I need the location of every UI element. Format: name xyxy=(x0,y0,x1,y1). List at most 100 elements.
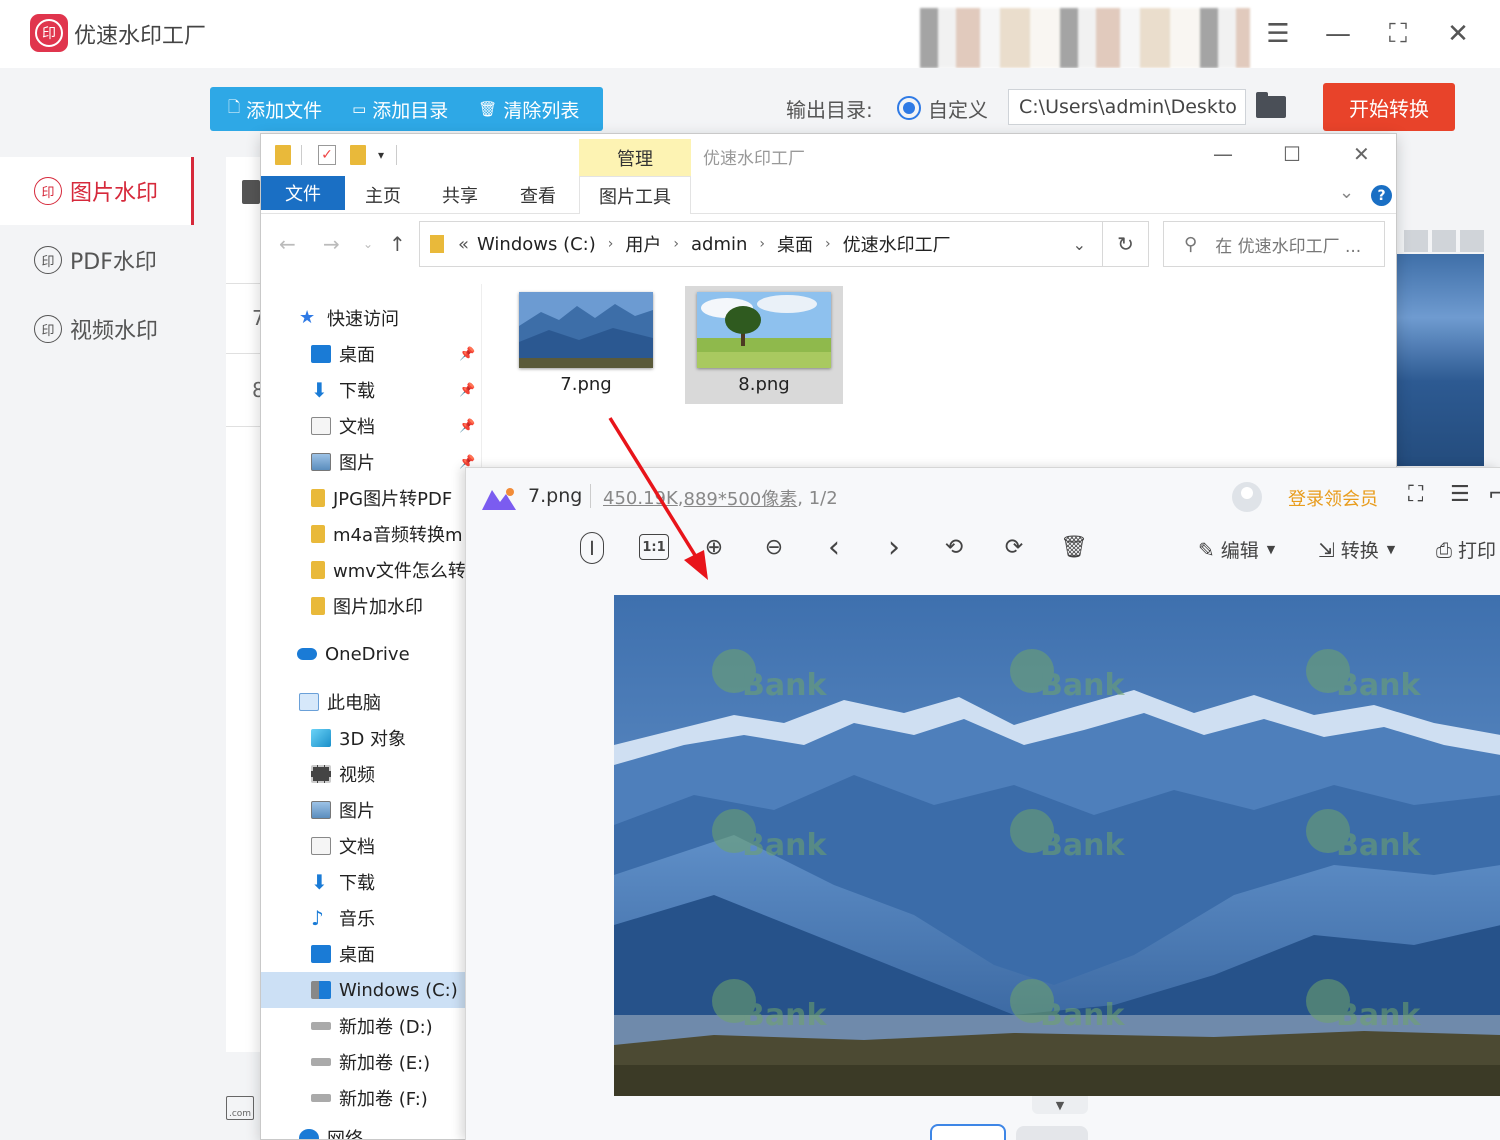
fullscreen-icon[interactable]: ⛶ xyxy=(1408,482,1423,507)
zoom-out-icon[interactable]: ⊖ xyxy=(760,532,788,562)
clear-list-button[interactable]: 🗑 清除列表 xyxy=(460,87,591,131)
pin-icon[interactable]: 📌 xyxy=(459,347,475,362)
breadcrumb-item[interactable]: Windows (C:) xyxy=(477,234,596,255)
nav-item-pictures[interactable]: 图片 xyxy=(261,792,481,828)
nav-item-drive-e[interactable]: 新加卷 (E:) xyxy=(261,1044,481,1080)
nav-network[interactable]: 网络 xyxy=(261,1120,481,1139)
tab-file[interactable]: 文件 xyxy=(261,176,345,210)
breadcrumb-item[interactable]: 用户 xyxy=(625,231,661,257)
minimize-icon[interactable]: — xyxy=(1213,142,1233,166)
website-icon[interactable]: .com xyxy=(226,1096,254,1120)
nav-item-documents[interactable]: 文档 xyxy=(261,828,481,864)
back-arrow-icon[interactable]: ← xyxy=(279,232,296,256)
address-bar[interactable]: « Windows (C:) › 用户 › admin › 桌面 › 优速水印工… xyxy=(419,221,1103,267)
tab-picture-tools[interactable]: 图片工具 xyxy=(579,176,691,214)
nav-item-downloads[interactable]: ⬇ 下载 xyxy=(261,864,481,900)
nav-item-folder[interactable]: m4a音频转换m xyxy=(261,516,481,552)
file-tile-8[interactable]: 8.png xyxy=(685,286,843,404)
nav-item-folder[interactable]: JPG图片转PDF xyxy=(261,480,481,516)
add-folder-button[interactable]: ▭ 添加目录 xyxy=(334,87,460,131)
overflow-crumb[interactable]: « xyxy=(458,234,469,255)
nav-this-pc[interactable]: 此电脑 xyxy=(261,684,481,720)
search-input[interactable]: ⚲ 在 优速水印工厂 ... xyxy=(1163,221,1385,267)
nav-item-3d-objects[interactable]: 3D 对象 xyxy=(261,720,481,756)
collapse-thumbnails-button[interactable]: ▼ xyxy=(1032,1096,1088,1114)
nav-item-drive-d[interactable]: 新加卷 (D:) xyxy=(261,1008,481,1044)
edit-menu[interactable]: ✎ 编辑 ▼ xyxy=(1198,536,1275,563)
sidebar-item-pdf-watermark[interactable]: 印 PDF水印 xyxy=(0,226,194,294)
tab-share[interactable]: 共享 xyxy=(421,176,499,214)
nav-item-folder[interactable]: wmv文件怎么转 xyxy=(261,552,481,588)
close-icon[interactable]: ✕ xyxy=(1440,16,1476,52)
customize-dropdown-icon[interactable]: ▾ xyxy=(378,148,384,162)
nav-item-folder[interactable]: 图片加水印 xyxy=(261,588,481,624)
displayed-image[interactable]: Bank Bank Bank Bank Bank Bank Bank Bank … xyxy=(614,595,1500,1096)
vip-login-link[interactable]: 登录领会员 xyxy=(1288,485,1378,511)
convert-menu[interactable]: ⇲ 转换 ▼ xyxy=(1318,536,1395,563)
custom-radio-label[interactable]: 自定义 xyxy=(928,94,988,123)
nav-item-videos[interactable]: 视频 xyxy=(261,756,481,792)
more-icon[interactable]: ⌐ xyxy=(1488,482,1500,507)
maximize-icon[interactable]: ⛶ xyxy=(1380,16,1416,52)
user-avatar-icon[interactable] xyxy=(1232,482,1262,512)
rotate-right-icon[interactable]: ⟳ xyxy=(1000,532,1028,562)
refresh-button[interactable]: ↻ xyxy=(1103,221,1149,267)
image-dimensions[interactable]: 889*500像素 xyxy=(684,485,798,511)
nav-item-desktop[interactable]: 桌面 xyxy=(261,936,481,972)
properties-icon[interactable]: ✓ xyxy=(318,145,336,165)
actual-size-button[interactable]: 1:1 xyxy=(639,534,669,560)
preview-tab[interactable] xyxy=(1432,230,1456,252)
preview-tab[interactable] xyxy=(1460,230,1484,252)
nav-quick-access[interactable]: ★ 快速访问 xyxy=(261,300,481,336)
tab-view[interactable]: 查看 xyxy=(499,176,577,214)
custom-radio[interactable] xyxy=(897,96,921,120)
sidebar-item-image-watermark[interactable]: 印 图片水印 xyxy=(0,157,194,225)
nav-item-documents[interactable]: 文档 📌 xyxy=(261,408,481,444)
file-size[interactable]: 450.19K xyxy=(603,488,678,509)
minimize-icon[interactable]: — xyxy=(1320,16,1356,52)
nav-item-music[interactable]: ♪ 音乐 xyxy=(261,900,481,936)
breadcrumb-item[interactable]: 桌面 xyxy=(777,231,813,257)
zoom-in-icon[interactable]: ⊕ xyxy=(700,532,728,562)
file-tile-7[interactable]: 7.png xyxy=(507,286,665,404)
sidebar-item-video-watermark[interactable]: 印 视频水印 xyxy=(0,295,194,363)
breadcrumb-item[interactable]: 优速水印工厂 xyxy=(843,231,951,257)
mouse-mode-icon[interactable]: ┃ xyxy=(580,532,604,564)
help-icon[interactable]: ? xyxy=(1371,185,1392,206)
up-arrow-icon[interactable]: ↑ xyxy=(389,232,406,256)
nav-item-pictures[interactable]: 图片 📌 xyxy=(261,444,481,480)
pin-icon[interactable]: 📌 xyxy=(459,419,475,434)
print-menu[interactable]: ⎙ 打印 xyxy=(1436,536,1496,563)
tab-home[interactable]: 主页 xyxy=(345,176,421,214)
next-icon[interactable]: › xyxy=(880,530,908,565)
manage-tab[interactable]: 管理 xyxy=(579,139,691,177)
thumbnail-tab[interactable] xyxy=(1016,1126,1088,1140)
folder-icon[interactable] xyxy=(275,145,291,165)
close-icon[interactable]: ✕ xyxy=(1353,142,1370,166)
new-folder-icon[interactable] xyxy=(350,145,366,165)
rotate-left-icon[interactable]: ⟲ xyxy=(940,532,968,562)
breadcrumb-item[interactable]: admin xyxy=(691,234,747,255)
pin-icon[interactable]: 📌 xyxy=(459,383,475,398)
nav-item-drive-c[interactable]: Windows (C:) xyxy=(261,972,481,1008)
chevron-down-icon[interactable]: ⌄ xyxy=(1073,235,1086,254)
forward-arrow-icon[interactable]: → xyxy=(323,232,340,256)
browse-folder-icon[interactable] xyxy=(1256,92,1286,118)
expand-ribbon-icon[interactable]: ⌄ xyxy=(1339,182,1354,203)
edit-label: 编辑 xyxy=(1220,540,1259,562)
recent-dropdown-icon[interactable]: ⌄ xyxy=(363,237,373,251)
maximize-icon[interactable]: ☐ xyxy=(1283,142,1301,166)
previous-icon[interactable]: ‹ xyxy=(820,530,848,565)
nav-item-downloads[interactable]: ⬇ 下载 📌 xyxy=(261,372,481,408)
nav-onedrive[interactable]: OneDrive xyxy=(261,636,481,672)
preview-tab[interactable] xyxy=(1404,230,1428,252)
add-file-button[interactable]: 🗋 添加文件 xyxy=(210,87,334,131)
delete-icon[interactable]: 🗑 xyxy=(1060,532,1088,562)
menu-icon[interactable]: ☰ xyxy=(1450,482,1470,507)
output-path-input[interactable]: C:\Users\admin\Deskto xyxy=(1008,89,1246,125)
start-convert-button[interactable]: 开始转换 xyxy=(1323,83,1455,131)
nav-item-desktop[interactable]: 桌面 📌 xyxy=(261,336,481,372)
menu-icon[interactable]: ☰ xyxy=(1260,16,1296,52)
thumbnail-tab-active[interactable] xyxy=(930,1124,1006,1140)
nav-item-drive-f[interactable]: 新加卷 (F:) xyxy=(261,1080,481,1116)
